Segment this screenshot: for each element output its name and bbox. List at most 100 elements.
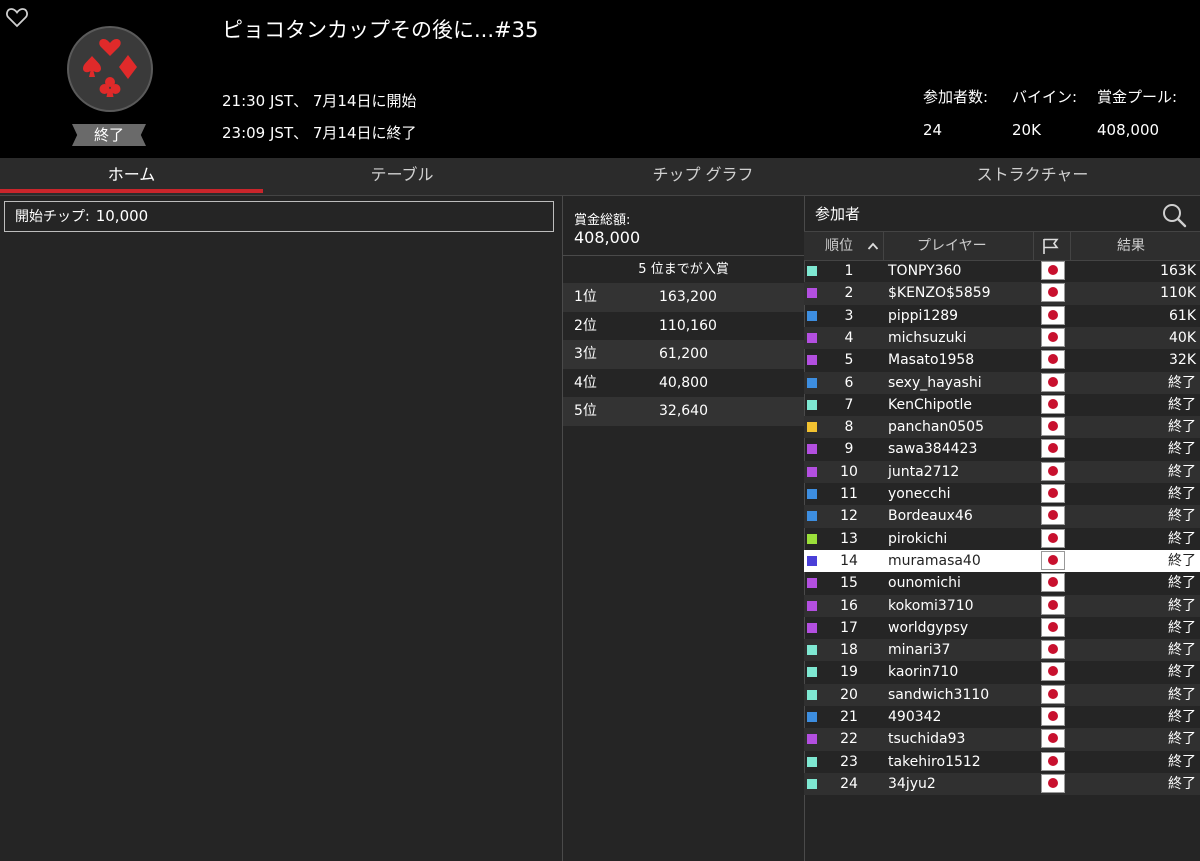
japan-flag-icon xyxy=(1041,417,1065,437)
player-row[interactable]: 23 takehiro1512 終了 xyxy=(804,751,1200,773)
players-panel: 参加者 順位 プレイヤー 結果 1 TONPY360 163K 2 $KENZO$585… xyxy=(804,196,1200,861)
player-name[interactable]: muramasa40 xyxy=(888,550,981,572)
column-rank[interactable]: 順位 xyxy=(825,232,853,260)
player-name[interactable]: ounomichi xyxy=(888,572,961,594)
player-name[interactable]: Masato1958 xyxy=(888,349,974,371)
player-name[interactable]: pippi1289 xyxy=(888,305,958,327)
player-row[interactable]: 2 $KENZO$5859 110K xyxy=(804,282,1200,305)
japan-flag-icon xyxy=(1041,484,1065,503)
prize-panel: 賞金総額: 408,000 5 位までが入賞 1位 163,200 2位 110… xyxy=(562,196,805,861)
column-result[interactable]: 結果 xyxy=(1117,232,1145,260)
player-rank: 23 xyxy=(840,753,858,770)
tab-tables[interactable]: テーブル xyxy=(263,158,541,195)
payout-place: 4位 xyxy=(574,374,597,391)
player-row[interactable]: 14 muramasa40 終了 xyxy=(804,549,1200,573)
player-row[interactable]: 15 ounomichi 終了 xyxy=(804,572,1200,594)
player-name[interactable]: Bordeaux46 xyxy=(888,505,973,527)
player-result: 終了 xyxy=(1168,441,1196,458)
player-row[interactable]: 17 worldgypsy 終了 xyxy=(804,617,1200,639)
player-name[interactable]: $KENZO$5859 xyxy=(888,282,991,304)
player-color-marker xyxy=(807,377,817,388)
player-rank: 18 xyxy=(840,642,858,659)
player-rank: 15 xyxy=(840,575,858,592)
player-name[interactable]: pirokichi xyxy=(888,528,947,550)
player-row[interactable]: 8 panchan0505 終了 xyxy=(804,416,1200,439)
player-name[interactable]: panchan0505 xyxy=(888,416,984,438)
player-row[interactable]: 12 Bordeaux46 終了 xyxy=(804,505,1200,528)
japan-flag-icon xyxy=(1041,261,1065,280)
player-name[interactable]: kaorin710 xyxy=(888,661,958,683)
payout-amount: 163,200 xyxy=(659,289,717,305)
player-row[interactable]: 6 sexy_hayashi 終了 xyxy=(804,371,1200,394)
player-color-marker xyxy=(807,533,817,544)
paid-places-text: 5 位までが入賞 xyxy=(638,262,729,277)
player-row[interactable]: 21 490342 終了 xyxy=(804,706,1200,728)
player-row[interactable]: 20 sandwich3110 終了 xyxy=(804,683,1200,706)
player-row[interactable]: 16 kokomi3710 終了 xyxy=(804,594,1200,617)
japan-flag-icon xyxy=(1041,528,1065,548)
player-color-marker xyxy=(807,332,817,343)
player-name[interactable]: sandwich3110 xyxy=(888,684,989,706)
player-row[interactable]: 18 minari37 終了 xyxy=(804,639,1200,662)
column-divider xyxy=(1070,232,1071,260)
player-row[interactable]: 5 Masato1958 32K xyxy=(804,349,1200,371)
japan-flag-icon xyxy=(1041,751,1065,771)
japan-flag-icon xyxy=(1041,506,1065,526)
player-row[interactable]: 4 michsuzuki 40K xyxy=(804,326,1200,350)
player-name[interactable]: tsuchida93 xyxy=(888,728,965,750)
player-row[interactable]: 7 KenChipotle 終了 xyxy=(804,394,1200,416)
player-row[interactable]: 13 pirokichi 終了 xyxy=(804,528,1200,550)
player-name[interactable]: junta2712 xyxy=(888,461,959,483)
player-rank: 20 xyxy=(840,686,858,703)
player-rank: 12 xyxy=(840,508,858,525)
payout-place: 5位 xyxy=(574,403,597,420)
player-name[interactable]: kokomi3710 xyxy=(888,595,974,617)
tab-structure[interactable]: ストラクチャー xyxy=(865,158,1200,195)
player-rank: 17 xyxy=(840,619,858,636)
japan-flag-icon xyxy=(1041,350,1065,370)
player-row[interactable]: 22 tsuchida93 終了 xyxy=(804,728,1200,751)
japan-flag-icon xyxy=(1041,305,1065,325)
player-name[interactable]: michsuzuki xyxy=(888,327,966,349)
player-name[interactable]: TONPY360 xyxy=(888,260,961,282)
japan-flag-icon xyxy=(1041,684,1065,704)
player-name[interactable]: 490342 xyxy=(888,706,941,728)
payout-amount: 110,160 xyxy=(659,317,717,334)
player-name[interactable]: sawa384423 xyxy=(888,438,977,460)
player-name[interactable]: worldgypsy xyxy=(888,617,968,639)
flag-icon[interactable] xyxy=(1041,237,1061,255)
starting-chips-label: 開始チップ: xyxy=(15,209,90,225)
player-result: 終了 xyxy=(1168,419,1196,436)
player-name[interactable]: KenChipotle xyxy=(888,394,972,416)
player-row[interactable]: 1 TONPY360 163K xyxy=(804,260,1200,282)
player-row[interactable]: 10 junta2712 終了 xyxy=(804,460,1200,483)
payout-amount: 40,800 xyxy=(659,374,708,391)
player-name[interactable]: takehiro1512 xyxy=(888,751,981,773)
player-name[interactable]: minari37 xyxy=(888,639,950,661)
japan-flag-icon xyxy=(1041,461,1065,481)
end-time: 23:09 JST、 7月14日に終了 xyxy=(222,124,417,142)
player-rank: 19 xyxy=(840,664,858,681)
player-row[interactable]: 9 sawa384423 終了 xyxy=(804,438,1200,460)
player-result: 終了 xyxy=(1168,775,1196,792)
player-row[interactable]: 24 34jyu2 終了 xyxy=(804,772,1200,796)
player-row[interactable]: 11 yonecchi 終了 xyxy=(804,483,1200,505)
player-result: 終了 xyxy=(1168,530,1196,547)
divider xyxy=(563,255,804,256)
column-divider xyxy=(1033,232,1034,260)
japan-flag-icon xyxy=(1041,327,1065,347)
start-time: 21:30 JST、 7月14日に開始 xyxy=(222,92,417,110)
player-name[interactable]: sexy_hayashi xyxy=(888,372,982,394)
chevron-up-icon[interactable] xyxy=(867,241,879,251)
player-color-marker xyxy=(807,645,817,656)
heart-outline-icon[interactable] xyxy=(5,6,29,28)
tab-chip-graph[interactable]: チップ グラフ xyxy=(541,158,865,195)
column-player[interactable]: プレイヤー xyxy=(917,232,987,260)
player-row[interactable]: 3 pippi1289 61K xyxy=(804,305,1200,327)
search-icon[interactable] xyxy=(1161,202,1187,228)
player-row[interactable]: 19 kaorin710 終了 xyxy=(804,661,1200,683)
player-name[interactable]: 34jyu2 xyxy=(888,773,936,795)
player-name[interactable]: yonecchi xyxy=(888,483,951,505)
entrants-value: 24 xyxy=(923,121,943,139)
player-result: 終了 xyxy=(1168,597,1196,614)
